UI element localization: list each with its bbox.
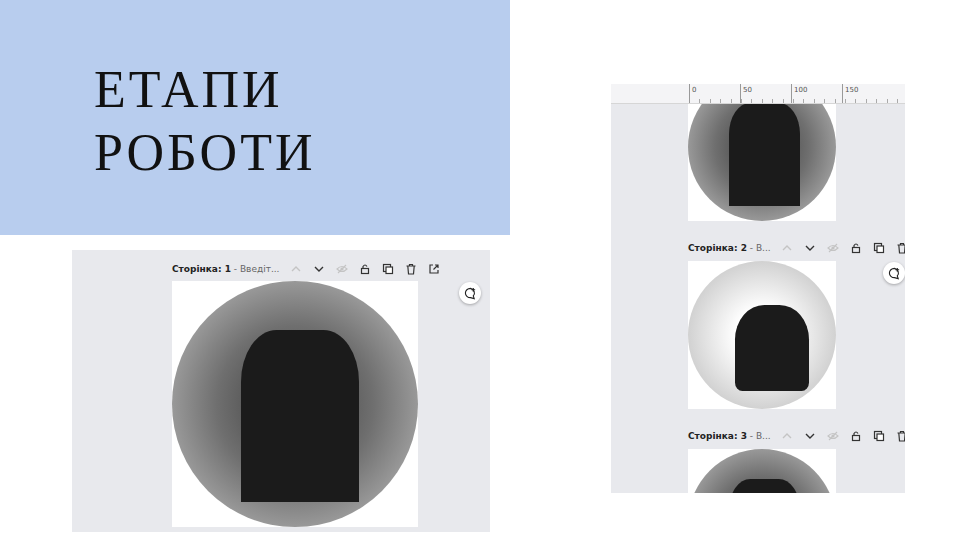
page-toolbar: Сторінка: 1 - Введіт... xyxy=(172,261,490,277)
page-toolbar: Сторінка: 2 - В... xyxy=(688,240,905,256)
chevron-down-icon[interactable] xyxy=(804,430,816,442)
design-page[interactable] xyxy=(688,261,836,409)
copy-icon[interactable] xyxy=(873,430,885,442)
lock-icon[interactable] xyxy=(850,242,862,254)
ruler-tick: 50 xyxy=(740,84,791,103)
editor-screenshot: 050100150 Сторінка: 2 - В... Сторінка: 3… xyxy=(611,84,905,493)
photo xyxy=(172,281,418,527)
lock-icon[interactable] xyxy=(850,430,862,442)
title-panel: ЕТАПИРОБОТИ xyxy=(0,0,510,235)
design-page[interactable] xyxy=(688,104,836,221)
export-icon[interactable] xyxy=(428,263,440,275)
design-page[interactable] xyxy=(172,281,418,527)
person-figure xyxy=(729,104,800,206)
person-figure xyxy=(729,479,800,493)
eye-icon[interactable] xyxy=(827,242,839,254)
comment-plus-icon xyxy=(464,287,477,300)
person-figure xyxy=(735,305,809,391)
add-comment-button[interactable] xyxy=(883,262,905,284)
editor-screenshot: Сторінка: 1 - Введіт... xyxy=(72,250,490,532)
trash-icon[interactable] xyxy=(896,430,905,442)
chevron-up-icon[interactable] xyxy=(781,242,793,254)
add-comment-button[interactable] xyxy=(459,282,481,304)
chevron-up-icon[interactable] xyxy=(781,430,793,442)
photo xyxy=(688,449,836,493)
chevron-up-icon[interactable] xyxy=(290,263,302,275)
ruler: 050100150 xyxy=(611,84,905,104)
copy-icon[interactable] xyxy=(873,242,885,254)
comment-plus-icon xyxy=(888,267,901,280)
photo xyxy=(688,261,836,409)
ruler-tick: 150 xyxy=(842,84,893,103)
ruler-tick: 100 xyxy=(791,84,842,103)
page-title[interactable]: Сторінка: 2 - В... xyxy=(688,243,771,253)
lock-icon[interactable] xyxy=(359,263,371,275)
chevron-down-icon[interactable] xyxy=(313,263,325,275)
eye-icon[interactable] xyxy=(827,430,839,442)
photo xyxy=(688,104,836,221)
trash-icon[interactable] xyxy=(405,263,417,275)
person-figure xyxy=(241,330,359,502)
page-title[interactable]: Сторінка: 3 - В... xyxy=(688,431,771,441)
copy-icon[interactable] xyxy=(382,263,394,275)
chevron-down-icon[interactable] xyxy=(804,242,816,254)
page-toolbar: Сторінка: 3 - В... xyxy=(688,428,905,444)
eye-icon[interactable] xyxy=(336,263,348,275)
trash-icon[interactable] xyxy=(896,242,905,254)
ruler-tick: 0 xyxy=(689,84,740,103)
design-page[interactable] xyxy=(688,449,836,493)
slide: ЕТАПИРОБОТИ Сторінка: 1 - Введіт... 0501… xyxy=(0,0,980,547)
slide-title: ЕТАПИРОБОТИ xyxy=(94,58,510,184)
page-title[interactable]: Сторінка: 1 - Введіт... xyxy=(172,264,280,274)
